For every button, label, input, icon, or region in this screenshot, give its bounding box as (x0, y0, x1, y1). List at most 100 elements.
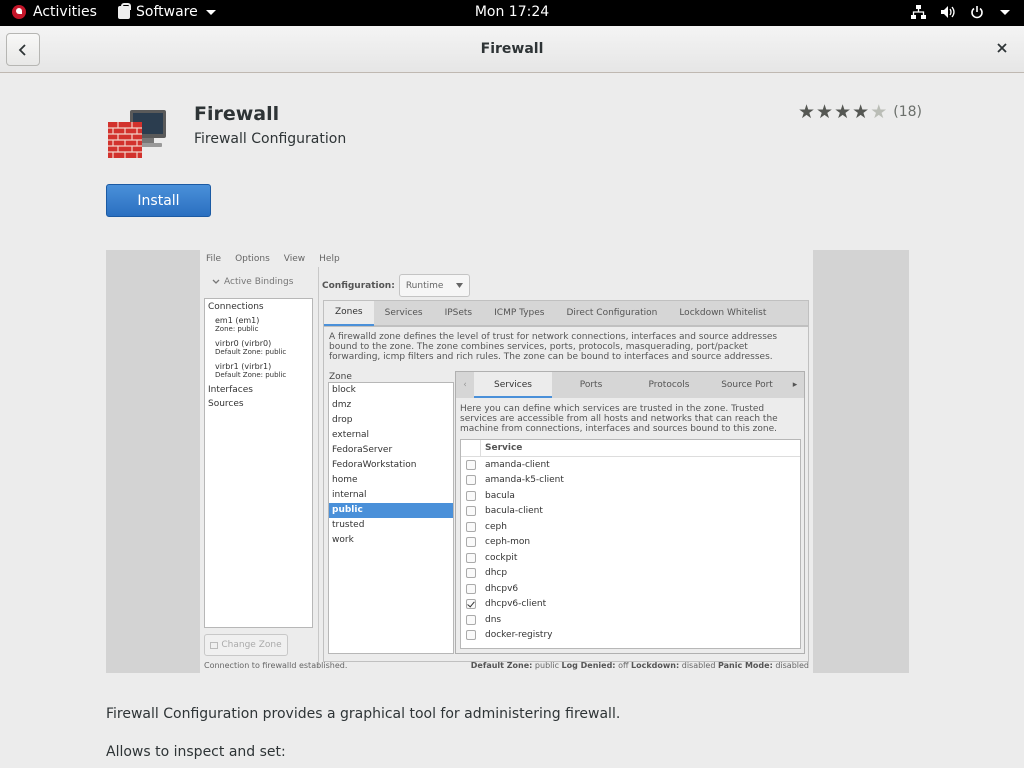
tab-zone-source-port: Source Port (721, 380, 773, 390)
zone-tabs: ‹ Services Ports Protocols Source Port ▸ (456, 372, 804, 398)
left-pane: Active Bindings Connections em1 (em1) Zo… (204, 267, 317, 667)
service-column-header: Service (485, 443, 523, 453)
close-button[interactable] (994, 40, 1010, 56)
zone-item: trusted (332, 520, 365, 530)
fedora-logo-icon (12, 5, 26, 19)
power-icon (971, 6, 983, 19)
header-bar: Firewall (0, 26, 1024, 73)
service-name: bacula-client (485, 506, 543, 517)
star-icon: ★ (816, 101, 834, 123)
checkbox-icon (466, 490, 476, 501)
system-status-menu[interactable] (911, 5, 1010, 19)
tree-item: em1 (em1) Zone: public (208, 316, 309, 334)
tree-item: virbr0 (virbr0) Default Zone: public (208, 339, 309, 357)
close-icon (997, 43, 1007, 53)
service-name: bacula (485, 490, 515, 501)
tree-item-zone: Default Zone: public (215, 371, 287, 379)
configuration-row: Configuration: Runtime (322, 274, 470, 297)
zone-item: FedoraServer (332, 445, 393, 455)
checkbox-icon (466, 630, 476, 641)
lockdown-value: disabled (681, 661, 716, 670)
back-button[interactable] (6, 33, 40, 66)
active-bindings-label: Active Bindings (224, 277, 294, 287)
tree-item-name: virbr1 (virbr1) (215, 362, 272, 371)
activities-label: Activities (33, 4, 97, 20)
change-zone-label: Change Zone (221, 640, 282, 650)
zone-settings-panel: ‹ Services Ports Protocols Source Port ▸… (455, 371, 805, 654)
tree-connections: Connections (208, 302, 264, 312)
tab-scroll-left-icon: ‹ (463, 380, 467, 390)
tab-scroll-right-icon: ▸ (792, 380, 798, 390)
zone-item-selected: public (329, 503, 453, 518)
default-zone-label: Default Zone: (470, 661, 533, 670)
services-description: Here you can define which services are t… (460, 404, 778, 434)
app-summary: Firewall Configuration (194, 131, 347, 147)
checkbox-icon (466, 583, 476, 594)
chevron-down-icon (455, 283, 463, 288)
right-pane: Configuration: Runtime Zones Services IP… (318, 267, 813, 667)
chevron-left-icon (18, 43, 26, 56)
tree-sources: Sources (208, 399, 244, 409)
service-name: dhcpv6 (485, 583, 519, 594)
chevron-down-icon (1000, 9, 1010, 15)
zone-item: dmz (332, 400, 352, 410)
tab-icmp-types: ICMP Types (494, 308, 545, 318)
services-table-header: Service (461, 440, 800, 457)
chevron-down-icon (205, 9, 216, 15)
zone-item: drop (332, 415, 353, 425)
service-row: bacula (461, 488, 800, 504)
app-screenshot: File Options View Help Active Bindings C… (200, 250, 813, 673)
services-table: Service amanda-client amanda-k5-client b… (460, 439, 801, 649)
zone-icon (210, 641, 219, 649)
default-zone-value: public (534, 661, 559, 670)
tab-lockdown-whitelist: Lockdown Whitelist (679, 308, 767, 318)
menu-options: Options (235, 253, 270, 264)
configuration-combo: Runtime (398, 274, 470, 297)
service-row: dns (461, 612, 800, 628)
change-zone-button: Change Zone (204, 634, 288, 656)
software-bag-icon (118, 2, 131, 19)
tree-item-zone: Zone: public (215, 325, 259, 333)
checkbox-icon (466, 537, 476, 548)
service-row: dhcpv6-client (461, 597, 800, 613)
zone-description: A firewalld zone defines the level of tr… (329, 332, 778, 362)
app-menu[interactable]: Software (118, 2, 216, 20)
firewall-app-icon (108, 108, 170, 160)
service-name: dhcpv6-client (485, 599, 547, 610)
tab-direct-configuration: Direct Configuration (566, 308, 658, 318)
service-row: docker-registry (461, 628, 800, 644)
activities-button[interactable]: Activities (12, 4, 97, 20)
tree-item: virbr1 (virbr1) Default Zone: public (208, 362, 309, 380)
checkbox-icon (466, 506, 476, 517)
zone-item: FedoraWorkstation (332, 460, 417, 470)
tree-interfaces: Interfaces (208, 385, 253, 395)
star-icon: ★ (852, 101, 870, 123)
checkbox-icon (466, 459, 476, 470)
service-row: amanda-k5-client (461, 473, 800, 489)
service-name: ceph (485, 521, 507, 532)
screenshot-menubar: File Options View Help (200, 250, 813, 267)
install-button[interactable]: Install (106, 184, 211, 217)
active-bindings: Active Bindings (212, 277, 293, 287)
service-row: ceph-mon (461, 535, 800, 551)
description-line: Firewall Configuration provides a graphi… (106, 706, 621, 722)
zones-panel: A firewalld zone defines the level of tr… (323, 326, 809, 662)
menu-help: Help (319, 253, 340, 264)
tab-zone-ports: Ports (579, 380, 603, 390)
panic-mode-value: disabled (775, 661, 809, 670)
zone-item: external (332, 430, 370, 440)
configuration-value: Runtime (405, 280, 444, 291)
service-row: cockpit (461, 550, 800, 566)
zone-item: work (332, 535, 354, 545)
app-menu-label: Software (136, 4, 198, 20)
checkbox-icon (466, 614, 476, 625)
service-row: dhcp (461, 566, 800, 582)
tab-services: Services (384, 308, 423, 318)
chevron-down-icon (212, 279, 220, 284)
star-icon: ★ (798, 101, 816, 123)
tab-zone-protocols: Protocols (648, 380, 690, 390)
volume-icon (941, 6, 955, 18)
service-row: amanda-client (461, 457, 800, 473)
rating[interactable]: ★ ★ ★ ★ ★ (18) (798, 102, 922, 122)
app-name: Firewall (194, 103, 280, 125)
